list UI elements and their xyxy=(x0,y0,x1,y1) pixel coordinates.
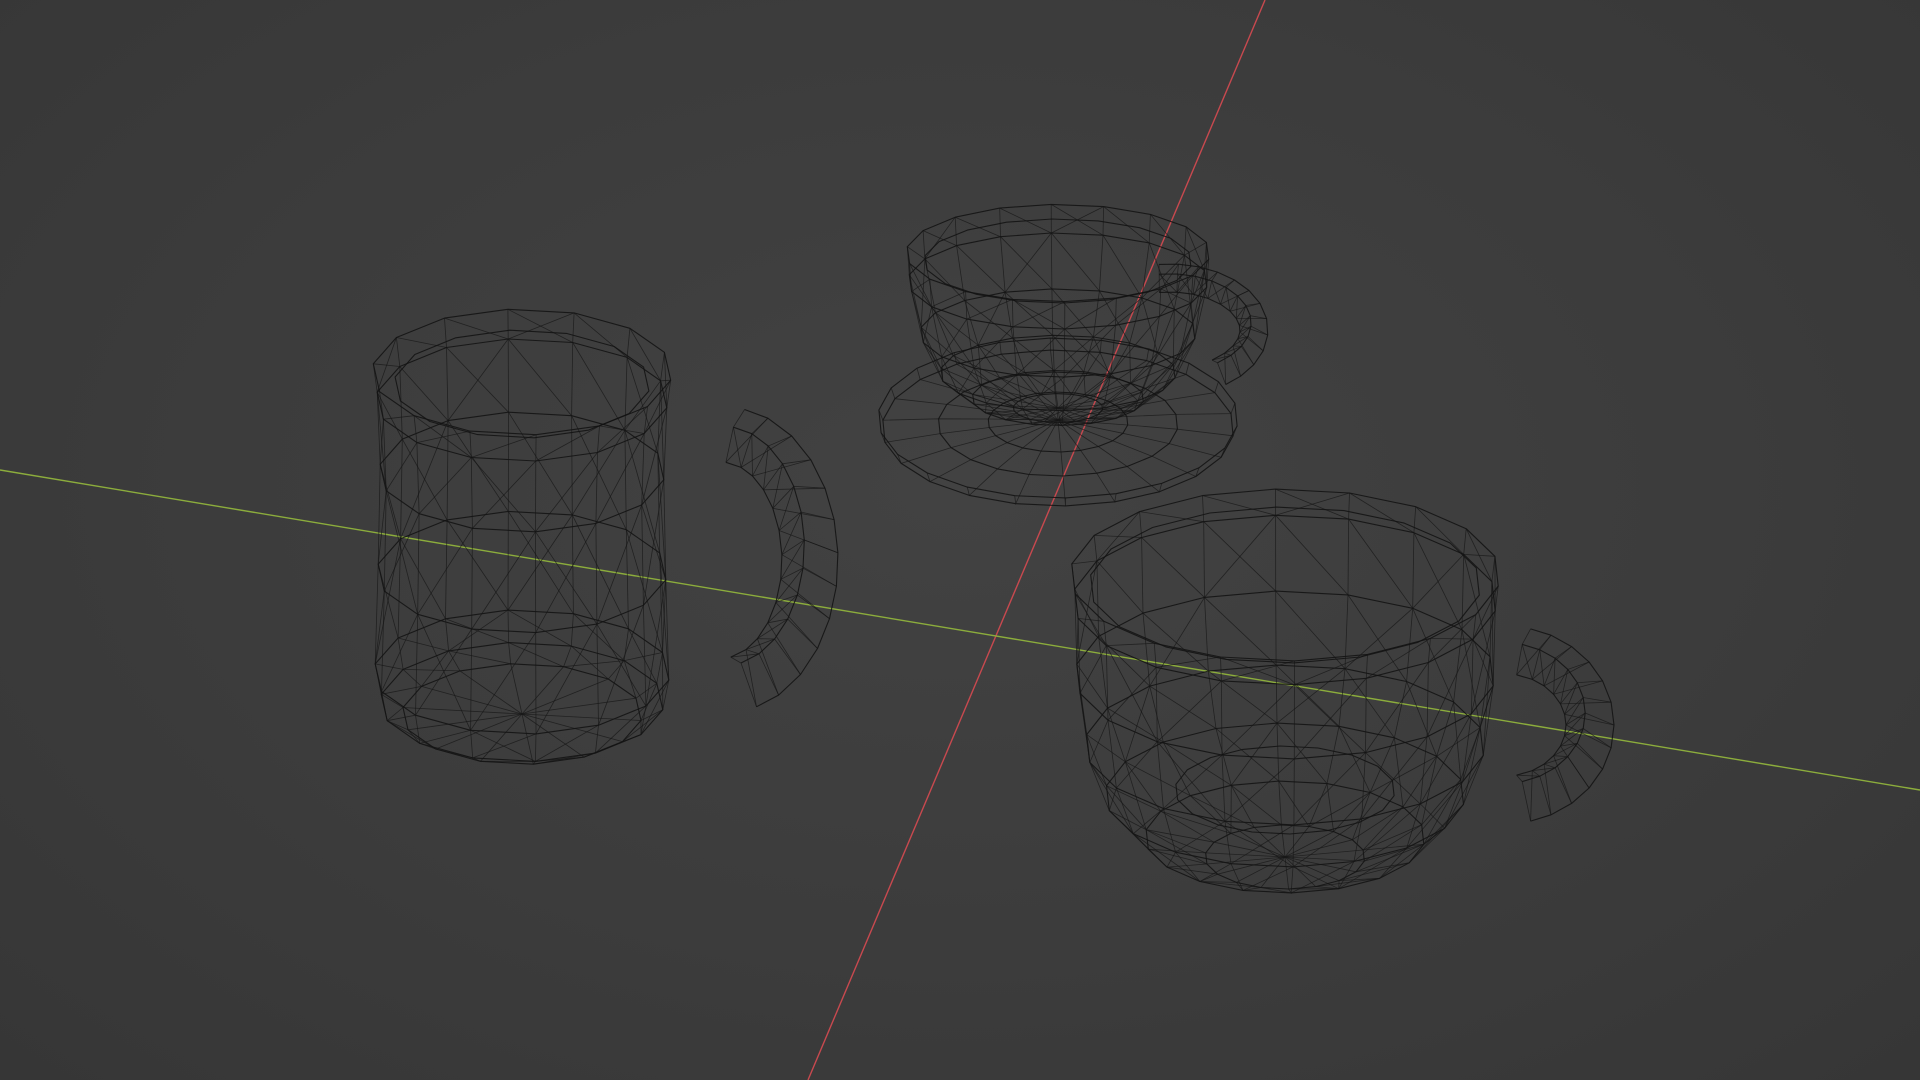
x-axis-line xyxy=(807,0,1266,1080)
3d-viewport[interactable] xyxy=(0,0,1920,1080)
mug-wireframe[interactable] xyxy=(372,308,839,765)
wide-cup-wireframe[interactable] xyxy=(1071,488,1615,895)
viewport-canvas[interactable] xyxy=(0,0,1920,1080)
y-axis-line xyxy=(0,469,1920,791)
saucer-wireframe[interactable] xyxy=(878,337,1238,507)
